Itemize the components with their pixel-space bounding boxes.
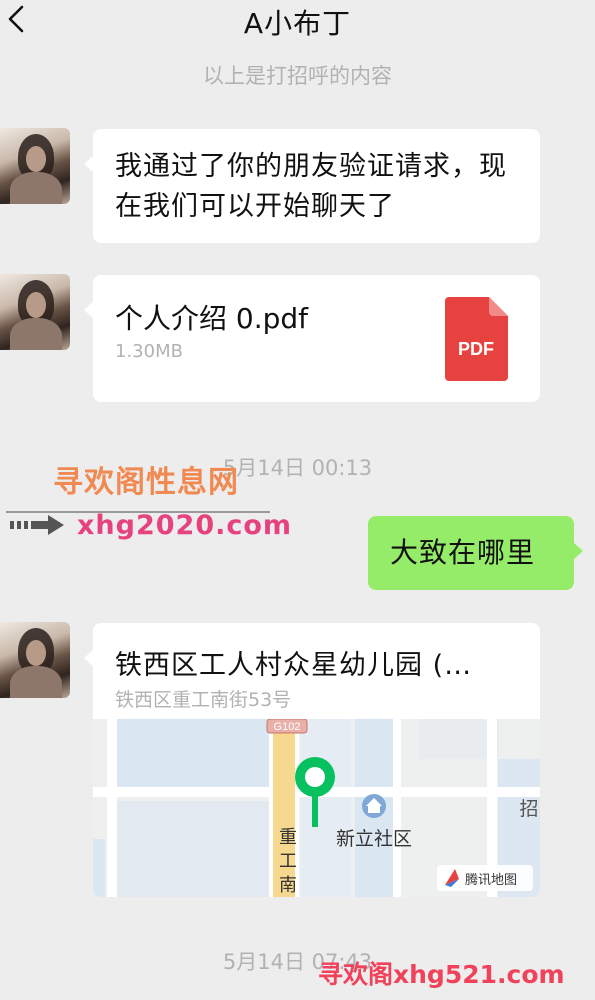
message-text-line: 我通过了你的朋友验证请求，现 [115,151,507,182]
watermark-url: xhg2020.com [77,510,293,541]
message-bubble-self[interactable]: 大致在哪里 [368,516,583,590]
avatar[interactable] [0,622,70,698]
avatar[interactable] [0,128,70,204]
pdf-file-icon: PDF [445,297,508,381]
message-text: 大致在哪里 [390,536,536,569]
watermark-text: 寻欢阁性息网 [53,465,239,500]
map-tiles: G102 重 工 南 新立社区 招 腾讯地图 [93,719,540,897]
file-message-bubble[interactable]: 个人介绍 0.pdf 1.30MB PDF [84,275,540,402]
arrow-right-icon [10,515,64,535]
pdf-icon-label: PDF [458,339,494,359]
message-text-line: 在我们可以开始聊天了 [115,191,395,222]
road-name-char: 重 [279,827,297,848]
watermark-bottom: 寻欢阁xhg521.com [318,960,565,989]
poi-label: 新立社区 [336,828,412,850]
message-bubble-verification[interactable]: 我通过了你的朋友验证请求，现 在我们可以开始聊天了 [84,129,540,243]
road-badge: G102 [274,721,301,733]
avatar[interactable] [0,274,70,350]
navigation-bar: A小布丁 [0,0,595,42]
location-message-bubble[interactable]: 铁西区工人村众星幼儿园 (… 铁西区重工南街53号 G102 重 工 南 新立社… [84,623,540,897]
edge-label: 招 [519,798,538,820]
greeting-notice: 以上是打招呼的内容 [203,64,392,88]
road-name-char: 南 [279,875,297,896]
map-provider-label: 腾讯地图 [465,872,517,888]
map-preview[interactable]: G102 重 工 南 新立社区 招 腾讯地图 [93,719,540,897]
chat-title: A小布丁 [243,7,352,40]
road-name-char: 工 [279,851,297,872]
file-name: 个人介绍 0.pdf [115,302,309,335]
file-size: 1.30MB [115,341,183,362]
location-address: 铁西区重工南街53号 [115,689,292,711]
location-title: 铁西区工人村众星幼儿园 (… [115,650,473,681]
